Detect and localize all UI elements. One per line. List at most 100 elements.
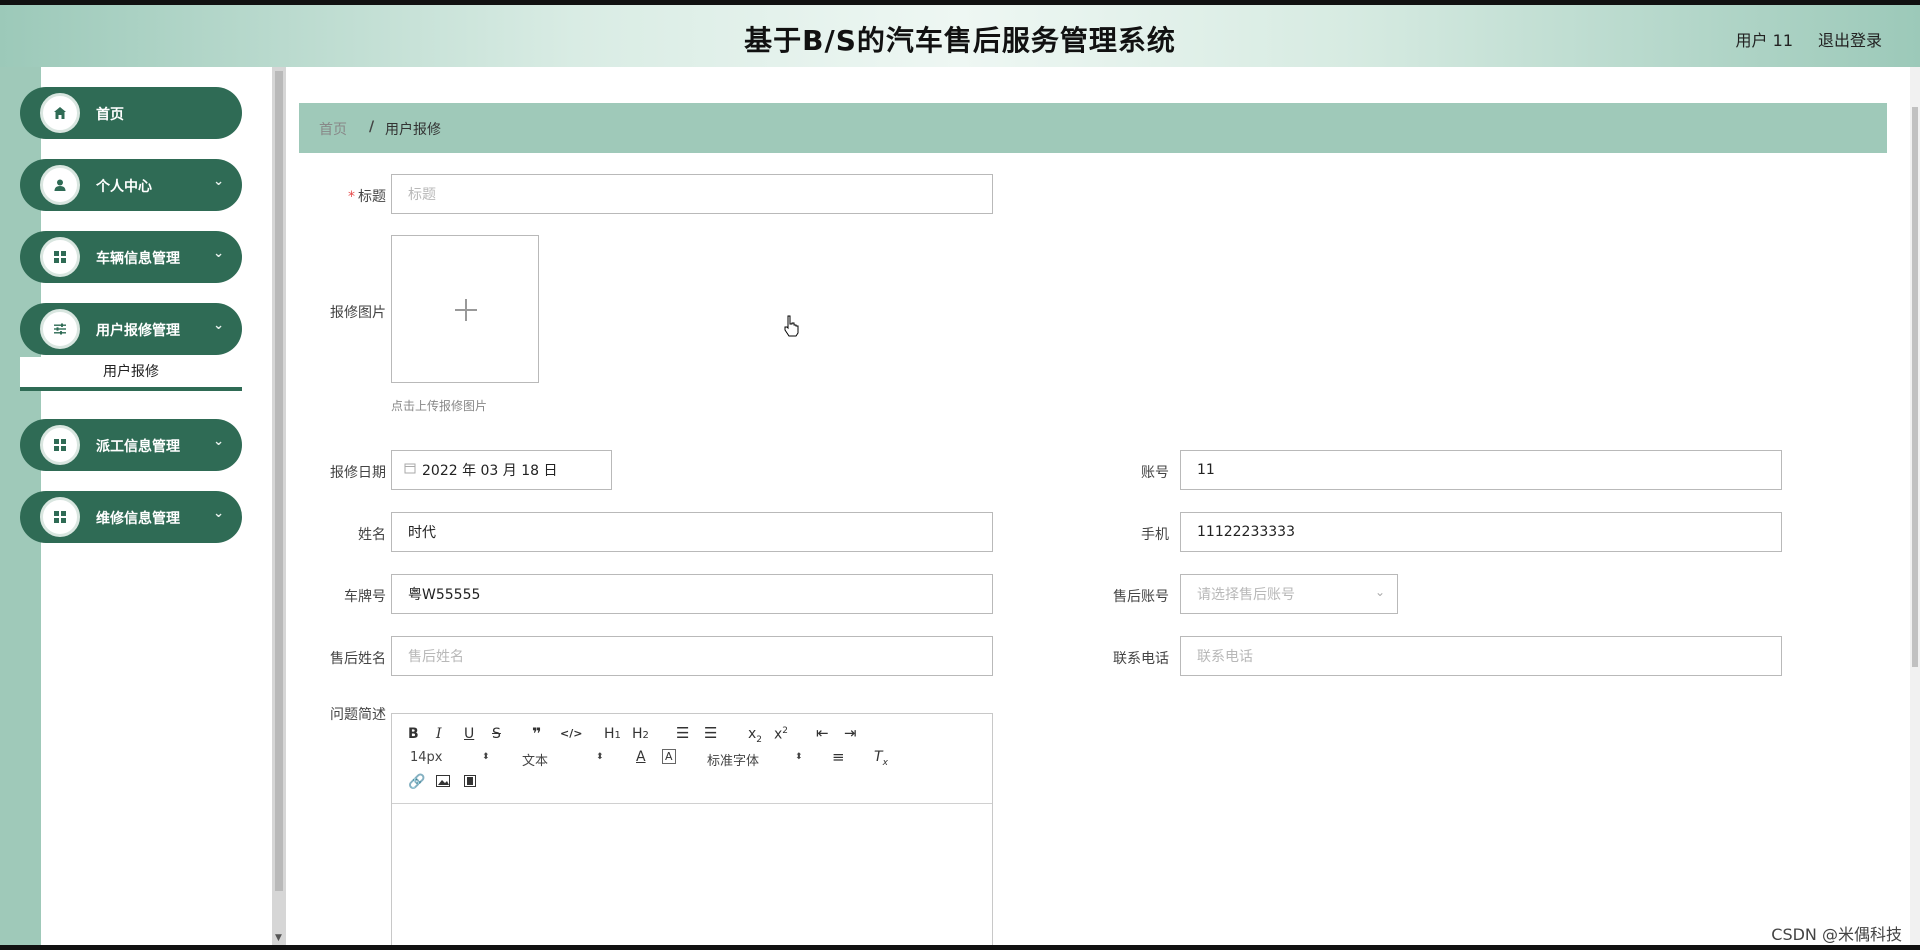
- description-label: 问题简述: [330, 707, 386, 723]
- contact-phone-input[interactable]: 联系电话: [1180, 636, 1782, 676]
- rich-text-editor: B I U S ❞ </> H1 H2 ☰ ☰ x2 x2 ⇤ ⇥ 14px ⬍ …: [391, 713, 993, 945]
- app-window: 基于B/S的汽车售后服务管理系统 用户 11 退出登录 首页 个人中心 ⌄ 车辆…: [0, 5, 1920, 945]
- name-label: 姓名: [358, 527, 386, 543]
- watermark: CSDN @米偶科技: [1771, 925, 1902, 944]
- sidebar-item-dispatch-management[interactable]: 派工信息管理 ⌄: [20, 419, 242, 471]
- page-scrollbar[interactable]: [1910, 67, 1920, 945]
- ordered-list-icon[interactable]: ☰: [676, 724, 689, 742]
- sidebar-item-label: 派工信息管理: [96, 439, 180, 455]
- account-input[interactable]: 11: [1180, 450, 1782, 490]
- editor-toolbar: B I U S ❞ </> H1 H2 ☰ ☰ x2 x2 ⇤ ⇥ 14px ⬍ …: [392, 714, 992, 804]
- font-size-select[interactable]: 14px ⬍: [410, 750, 490, 765]
- sidebar-item-home[interactable]: 首页: [20, 87, 242, 139]
- required-mark: *: [348, 189, 355, 205]
- repair-date-label: 报修日期: [330, 465, 386, 481]
- plus-icon-vertical: [465, 299, 467, 321]
- sidebar-item-label: 车辆信息管理: [96, 251, 180, 267]
- breadcrumb-home[interactable]: 首页: [319, 119, 347, 139]
- upload-hint: 点击上传报修图片: [391, 399, 488, 413]
- sidebar-item-repair-management[interactable]: 用户报修管理 ⌄: [20, 303, 242, 355]
- bullet-list-icon[interactable]: ☰: [704, 724, 717, 742]
- text-style-select[interactable]: 文本 ⬍: [522, 750, 604, 769]
- repair-date-picker[interactable]: 2022 年 03 月 18 日: [391, 450, 612, 490]
- plate-label: 车牌号: [344, 589, 386, 605]
- current-user: 用户 11: [1735, 31, 1793, 50]
- grid-icon: [40, 237, 80, 277]
- font-family-select[interactable]: 标准字体 ⬍: [707, 750, 803, 769]
- main-content: 首页 / 用户报修 * 标题 标题 报修图片 点击上传报修图片 报修日期 2022…: [286, 67, 1920, 945]
- chevron-down-icon: ⌄: [213, 318, 224, 333]
- code-icon[interactable]: </>: [560, 727, 582, 740]
- calendar-icon: [404, 462, 416, 478]
- mouse-pointer-icon: [783, 315, 799, 341]
- indent-icon[interactable]: ⇥: [844, 724, 857, 742]
- clear-format-icon[interactable]: Tx: [874, 749, 888, 768]
- logout-link[interactable]: 退出登录: [1818, 27, 1882, 51]
- breadcrumb-current: 用户报修: [385, 122, 441, 138]
- font-size-value: 14px: [410, 750, 443, 765]
- sidebar: 首页 个人中心 ⌄ 车辆信息管理 ⌄ 用户报修管理 ⌄ 用户报修 派工信息管理 …: [0, 67, 272, 945]
- font-family-value: 标准字体: [707, 754, 760, 769]
- heading2-icon[interactable]: H2: [632, 726, 649, 742]
- outdent-icon[interactable]: ⇤: [816, 724, 829, 742]
- service-account-placeholder: 请选择售后账号: [1197, 587, 1295, 603]
- contact-phone-label: 联系电话: [1113, 651, 1169, 667]
- italic-icon[interactable]: I: [436, 726, 442, 742]
- select-arrow-icon: ⬍: [795, 752, 803, 762]
- sidebar-item-label: 维修信息管理: [96, 511, 180, 527]
- select-arrow-icon: ⬍: [482, 752, 490, 762]
- sidebar-item-label: 个人中心: [96, 179, 152, 195]
- account-label: 账号: [1141, 465, 1169, 481]
- bold-icon[interactable]: B: [408, 726, 419, 742]
- superscript-icon[interactable]: x2: [774, 726, 788, 743]
- chevron-down-icon: ⌄: [1374, 585, 1385, 599]
- repair-image-label: 报修图片: [330, 305, 386, 321]
- underline-icon[interactable]: U: [464, 726, 474, 742]
- grid-icon: [40, 497, 80, 537]
- sidebar-item-label: 首页: [96, 107, 124, 123]
- chevron-down-icon: ⌄: [213, 434, 224, 449]
- name-input[interactable]: 时代: [391, 512, 993, 552]
- service-name-label: 售后姓名: [330, 651, 386, 667]
- strikethrough-icon[interactable]: S: [492, 726, 501, 742]
- sidebar-item-maintenance-management[interactable]: 维修信息管理 ⌄: [20, 491, 242, 543]
- service-account-select[interactable]: 请选择售后账号 ⌄: [1180, 574, 1398, 614]
- sidebar-item-personal-center[interactable]: 个人中心 ⌄: [20, 159, 242, 211]
- chevron-down-icon: ⌄: [213, 246, 224, 261]
- font-color-icon[interactable]: A: [636, 749, 646, 765]
- page-scrollbar-thumb[interactable]: [1912, 107, 1918, 667]
- service-account-label: 售后账号: [1113, 589, 1169, 605]
- image-upload-box[interactable]: [391, 235, 539, 383]
- submenu-item-user-repair[interactable]: 用户报修: [20, 357, 242, 391]
- repair-date-value: 2022 年 03 月 18 日: [422, 463, 558, 479]
- title-input[interactable]: 标题: [391, 174, 993, 214]
- video-icon[interactable]: [464, 775, 476, 791]
- sidebar-scrollbar-thumb[interactable]: [275, 71, 283, 891]
- sidebar-scrollbar[interactable]: ▼: [272, 67, 286, 945]
- select-arrow-icon: ⬍: [596, 752, 604, 762]
- chevron-down-icon: ⌄: [213, 174, 224, 189]
- heading1-icon[interactable]: H1: [604, 726, 621, 742]
- top-header: 基于B/S的汽车售后服务管理系统 用户 11 退出登录: [0, 5, 1920, 67]
- home-icon: [40, 93, 80, 133]
- align-icon[interactable]: ≡: [832, 748, 845, 766]
- text-style-value: 文本: [522, 754, 549, 769]
- sidebar-item-vehicle-management[interactable]: 车辆信息管理 ⌄: [20, 231, 242, 283]
- grid-icon: [40, 425, 80, 465]
- subscript-icon[interactable]: x2: [748, 726, 762, 745]
- system-title: 基于B/S的汽车售后服务管理系统: [744, 24, 1176, 57]
- link-icon[interactable]: 🔗: [408, 774, 425, 790]
- breadcrumb-separator: /: [369, 119, 375, 135]
- phone-input[interactable]: 11122233333: [1180, 512, 1782, 552]
- plate-input[interactable]: 粤W55555: [391, 574, 993, 614]
- person-icon: [40, 165, 80, 205]
- scroll-down-arrow-icon[interactable]: ▼: [275, 933, 282, 943]
- service-name-input[interactable]: 售后姓名: [391, 636, 993, 676]
- chevron-down-icon: ⌄: [213, 506, 224, 521]
- breadcrumb: 首页 / 用户报修: [299, 103, 1887, 153]
- phone-label: 手机: [1141, 527, 1169, 543]
- image-icon[interactable]: [436, 775, 450, 791]
- background-color-icon[interactable]: A: [662, 749, 676, 764]
- title-label-text: 标题: [358, 189, 386, 205]
- quote-icon[interactable]: ❞: [532, 724, 541, 743]
